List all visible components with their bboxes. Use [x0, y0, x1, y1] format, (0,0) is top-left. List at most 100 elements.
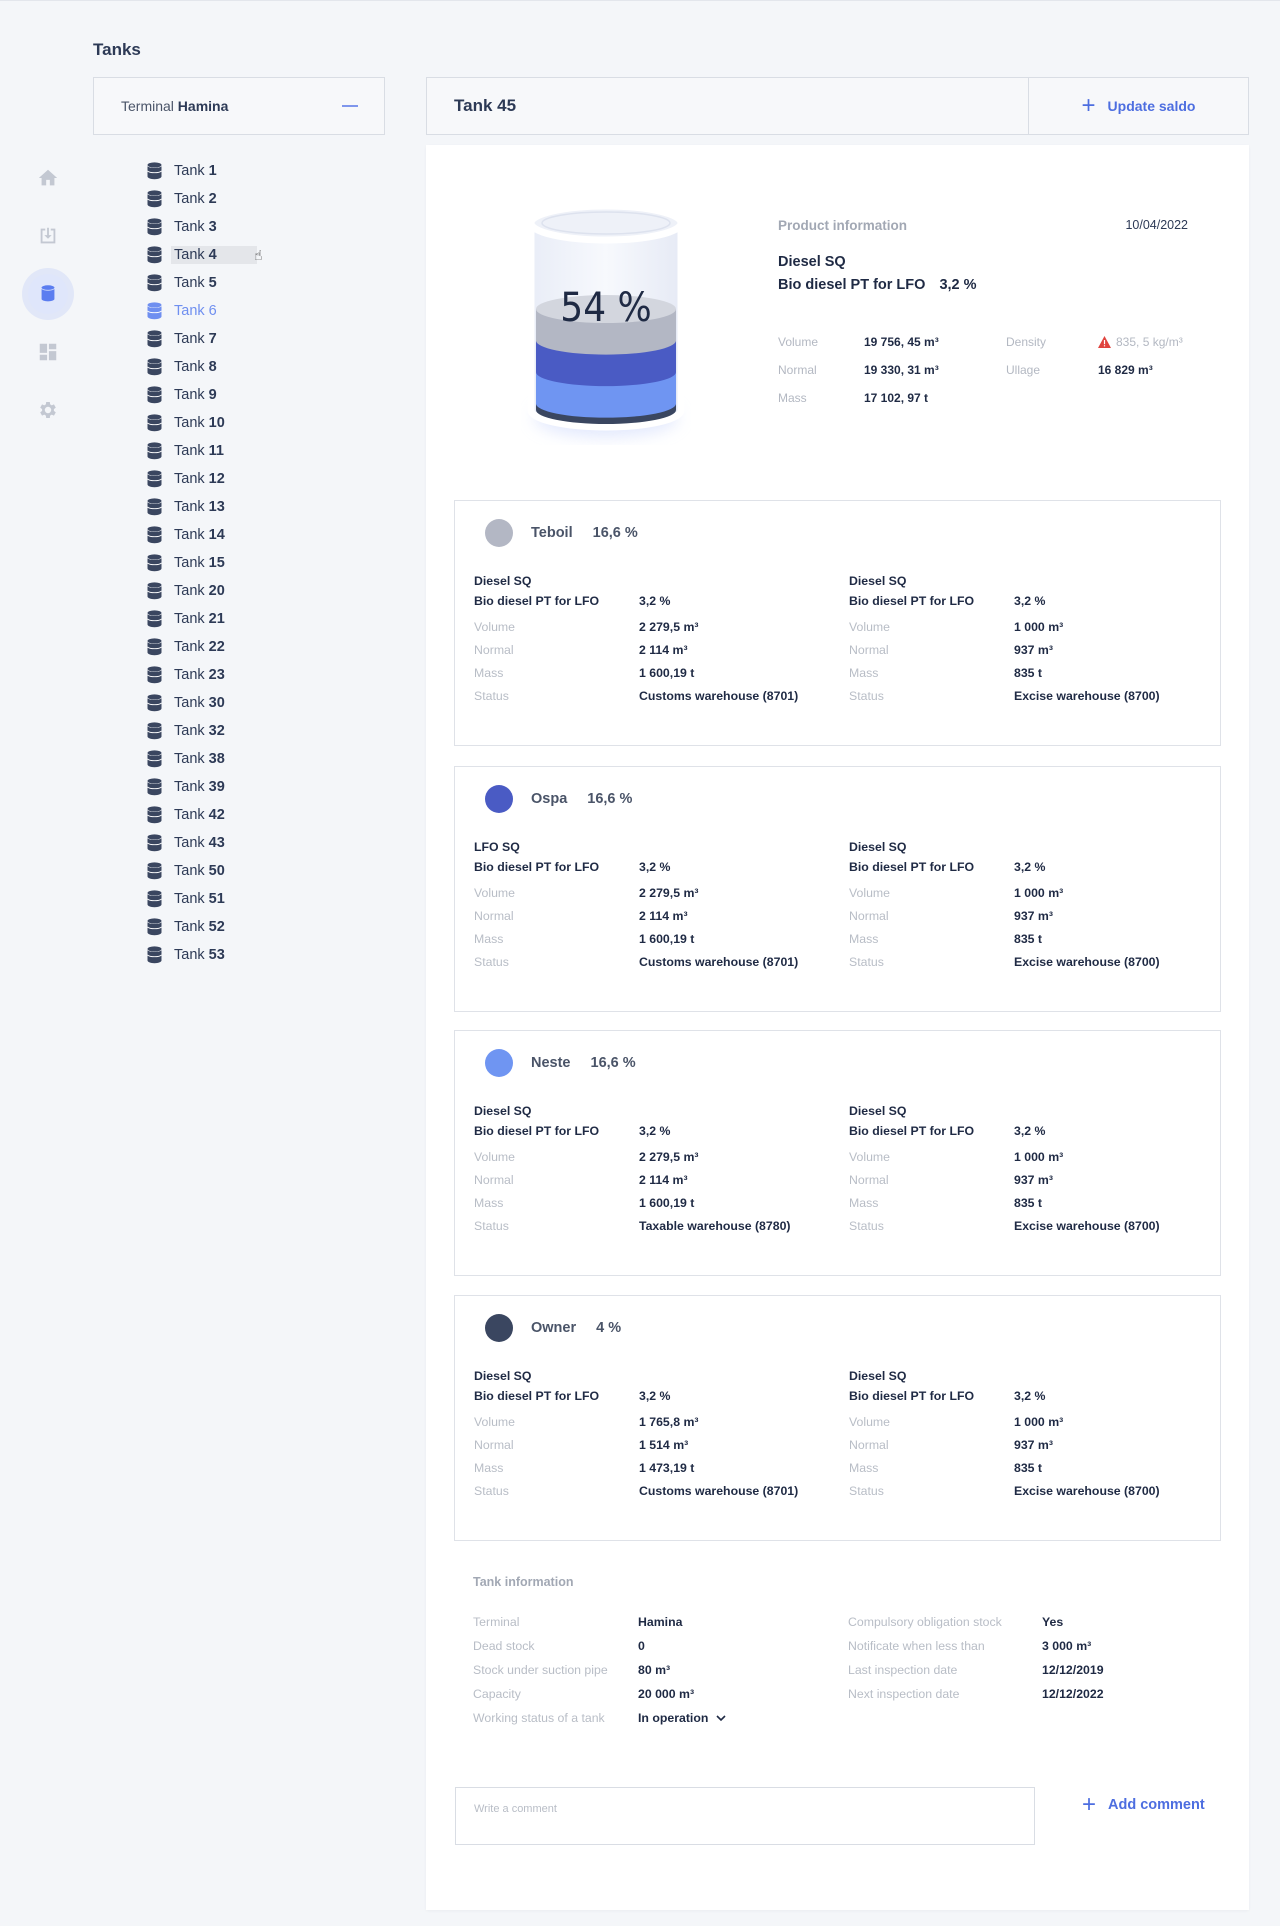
tank-info-label: Notificate when less than	[848, 1639, 985, 1653]
tank-icon[interactable]	[28, 274, 68, 314]
home-icon[interactable]	[28, 158, 68, 198]
tank-list-item[interactable]: Tank 8	[147, 353, 257, 381]
tank-list-item[interactable]: Tank 51	[147, 885, 257, 913]
add-comment-button[interactable]: + Add comment	[1082, 1793, 1205, 1817]
tank-list-item[interactable]: Tank 13	[147, 493, 257, 521]
dashboard-icon[interactable]	[28, 332, 68, 372]
tank-list-label: Tank 14	[174, 527, 225, 543]
tank-icon	[147, 722, 162, 740]
owner-share: 4 %	[596, 1320, 622, 1336]
add-comment-label: Add comment	[1108, 1797, 1205, 1813]
status-label: Status	[849, 955, 884, 969]
volume-value: 1 000 m³	[1014, 1415, 1064, 1429]
tank-list-item[interactable]: Tank 38	[147, 745, 257, 773]
tank-info-label: Stock under suction pipe	[473, 1663, 608, 1677]
tank-list-label: Tank 1	[174, 163, 217, 179]
tank-list-item[interactable]: Tank 9	[147, 381, 257, 409]
product-name-1: Diesel SQ	[778, 254, 846, 270]
owner-name: Neste	[531, 1055, 571, 1071]
icon-rail	[28, 158, 68, 448]
product-pct: 3,2 %	[639, 860, 671, 874]
tank-list-label: Tank 30	[174, 695, 225, 711]
status-label: Status	[474, 689, 509, 703]
mass-label: Mass	[849, 1461, 879, 1475]
volume-value: 1 000 m³	[1014, 1150, 1064, 1164]
tank-list-item[interactable]: Tank 11	[147, 437, 257, 465]
working-status-dropdown[interactable]: In operation	[638, 1711, 778, 1725]
status-value: Excise warehouse (8700)	[1014, 689, 1160, 703]
tank-icon	[147, 218, 162, 236]
tank-list-item[interactable]: Tank 39	[147, 773, 257, 801]
ullage-value: 16 829 m³	[1098, 363, 1153, 377]
tank-list-item[interactable]: Tank 4 ☝	[147, 241, 263, 269]
mass-value: 17 102, 97 t	[864, 391, 929, 405]
owner-color-dot	[485, 1049, 513, 1077]
mass-label: Mass	[474, 932, 504, 946]
tank-list-item[interactable]: Tank 6	[147, 297, 257, 325]
tank-list-item[interactable]: Tank 20	[147, 577, 257, 605]
tank-list-item[interactable]: Tank 50	[147, 857, 257, 885]
tank-list-item[interactable]: Tank 12	[147, 465, 257, 493]
tank-list-item[interactable]: Tank 15	[147, 549, 257, 577]
download-icon[interactable]	[28, 216, 68, 256]
tank-fill-graphic: 54 %	[521, 195, 691, 445]
status-label: Status	[474, 1219, 509, 1233]
product-info-label: Product information	[778, 218, 907, 233]
tank-detail-card: 54 % Product information 10/04/2022 Dies…	[426, 145, 1249, 1910]
normal-label: Normal	[474, 643, 514, 657]
normal-value: 937 m³	[1014, 909, 1053, 923]
owner-share: 16,6 %	[592, 525, 638, 541]
density-label: Density	[1006, 335, 1047, 349]
mass-value: 835 t	[1014, 1196, 1043, 1210]
tank-list-item[interactable]: Tank 10	[147, 409, 257, 437]
tank-list-label: Tank 9	[174, 387, 217, 403]
terminal-selector[interactable]: Terminal Hamina	[93, 77, 385, 135]
owner-product-left: Diesel SQ Bio diesel PT for LFO 3,2 % Volum…	[474, 571, 844, 703]
tank-icon	[147, 666, 162, 684]
status-value: Excise warehouse (8700)	[1014, 955, 1160, 969]
tank-list-label: Tank 51	[174, 891, 225, 907]
update-saldo-button[interactable]: + Update saldo	[1028, 78, 1248, 134]
normal-value: 2 114 m³	[639, 909, 688, 923]
tank-list-label: Tank 4	[171, 246, 257, 264]
product-pct: 3,2 %	[639, 1124, 671, 1138]
product-date: 10/04/2022	[1125, 218, 1188, 232]
ullage-label: Ullage	[1006, 363, 1041, 377]
tank-list-item[interactable]: Tank 3	[147, 213, 257, 241]
owner-card: Teboil 16,6 % Diesel SQ Bio diesel PT for L…	[454, 500, 1221, 746]
comment-input[interactable]: Write a comment	[455, 1787, 1035, 1845]
tank-list-item[interactable]: Tank 42	[147, 801, 257, 829]
tank-icon	[147, 246, 162, 264]
tank-list-item[interactable]: Tank 5	[147, 269, 257, 297]
collapse-icon[interactable]	[342, 105, 358, 107]
mass-value: 1 600,19 t	[639, 1196, 695, 1210]
tank-list-item[interactable]: Tank 21	[147, 605, 257, 633]
tank-list-item[interactable]: Tank 1	[147, 157, 257, 185]
tank-list-item[interactable]: Tank 22	[147, 633, 257, 661]
tank-list-item[interactable]: Tank 14	[147, 521, 257, 549]
volume-label: Volume	[849, 1150, 891, 1164]
tank-list-label: Tank 12	[174, 471, 225, 487]
tank-list-label: Tank 42	[174, 807, 225, 823]
tank-list-item[interactable]: Tank 53	[147, 941, 257, 969]
owner-product-left: Diesel SQ Bio diesel PT for LFO 3,2 % Volum…	[474, 1366, 844, 1498]
volume-value: 1 000 m³	[1014, 620, 1064, 634]
tank-list-item[interactable]: Tank 43	[147, 829, 257, 857]
status-label: Status	[849, 689, 884, 703]
tank-info-value: Yes	[1042, 1615, 1064, 1629]
normal-label: Normal	[849, 643, 889, 657]
tank-list-item[interactable]: Tank 7	[147, 325, 257, 353]
tank-list-item[interactable]: Tank 2	[147, 185, 257, 213]
tank-list-item[interactable]: Tank 52	[147, 913, 257, 941]
tank-list-item[interactable]: Tank 30	[147, 689, 257, 717]
tank-list-label: Tank 11	[174, 443, 225, 459]
tank-list-item[interactable]: Tank 32	[147, 717, 257, 745]
owner-card: Owner 4 % Diesel SQ Bio diesel PT for LFO 3,…	[454, 1295, 1221, 1541]
tank-list-label: Tank 22	[174, 639, 225, 655]
settings-icon[interactable]	[28, 390, 68, 430]
tank-list-label: Tank 32	[174, 723, 225, 739]
mass-value: 835 t	[1014, 666, 1043, 680]
tank-icon	[147, 946, 162, 964]
tank-info-value: 80 m³	[638, 1663, 671, 1677]
tank-list-item[interactable]: Tank 23	[147, 661, 257, 689]
